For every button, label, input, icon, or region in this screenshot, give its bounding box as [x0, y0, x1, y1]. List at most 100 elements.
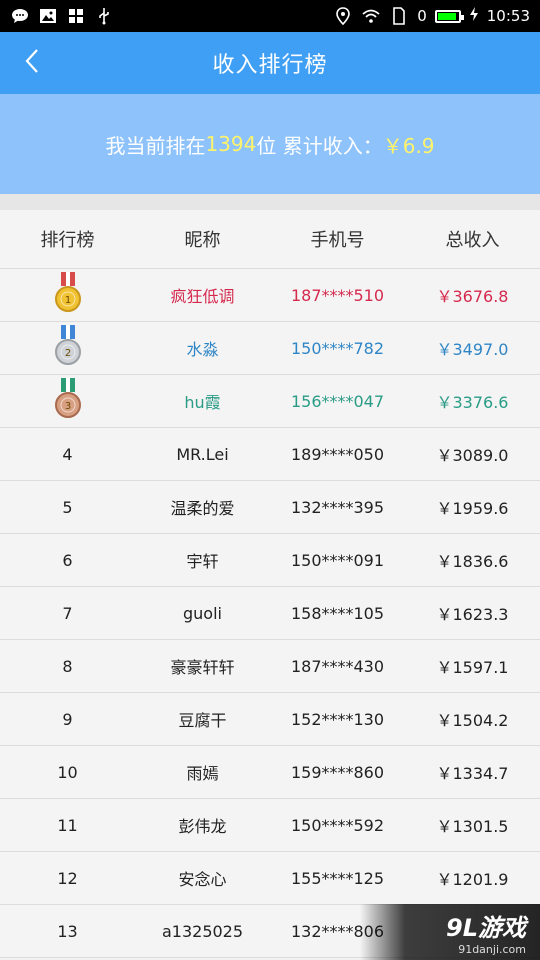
- section-divider: [0, 194, 540, 210]
- table-row: 3 hu霞 156****047 ￥3376.6: [0, 375, 540, 428]
- medal-rank: 2: [64, 348, 70, 359]
- table-row: 9 豆腐干 152****130 ￥1504.2: [0, 693, 540, 746]
- nickname-cell: 豆腐干: [178, 711, 227, 730]
- nickname-cell: a1325025: [161, 921, 244, 941]
- phone-cell: 152****130: [290, 709, 385, 729]
- rank-cell: 3: [0, 377, 135, 425]
- phone-cell: 150****592: [290, 815, 385, 835]
- table-row: 12 安念心 155****125 ￥1201.9: [0, 852, 540, 905]
- watermark-logo: 9L游戏: [446, 914, 526, 942]
- nickname-cell: 雨嫣: [186, 764, 219, 783]
- rank-cell: 4: [62, 444, 73, 464]
- summary-middle: 位 累计收入：: [256, 133, 383, 158]
- income-cell: ￥1836.6: [436, 552, 509, 571]
- phone-cell: 150****782: [290, 338, 385, 358]
- nickname-cell: 疯狂低调: [170, 287, 235, 306]
- grid-icon: [66, 6, 86, 26]
- phone-cell: 189****050: [290, 444, 385, 464]
- table-body: 1 疯狂低调 187****510 ￥3676.8 2 水淼 150****782 ￥3497…: [0, 269, 540, 958]
- table-header: 排行榜 昵称 手机号 总收入: [0, 210, 540, 269]
- income-cell: ￥1301.5: [436, 817, 509, 836]
- rank-cell: 6: [62, 550, 73, 570]
- income-cell: ￥3676.8: [436, 287, 509, 306]
- charging-icon: [469, 6, 479, 26]
- phone-cell: 156****047: [290, 391, 385, 411]
- medal-rank: 3: [64, 401, 70, 412]
- rank-cell: 11: [57, 815, 78, 835]
- status-left-icons: [10, 6, 114, 26]
- status-right-icons: 0 10:53: [333, 6, 530, 26]
- signal-text: 0: [417, 7, 427, 25]
- rank-cell: 8: [62, 656, 73, 676]
- watermark-domain: 91danji.com: [458, 943, 526, 956]
- top-nav-bar: 收入排行榜: [0, 32, 540, 94]
- income-cell: ￥1597.1: [436, 658, 509, 677]
- status-bar: 0 10:53: [0, 0, 540, 32]
- rank-cell: 2: [0, 324, 135, 372]
- battery-level: [437, 12, 456, 20]
- summary-prefix: 我当前排在: [105, 133, 206, 158]
- total-income: ￥6.9: [382, 133, 435, 158]
- nickname-cell: MR.Lei: [176, 444, 229, 464]
- phone-cell: 187****430: [290, 656, 385, 676]
- income-cell: ￥3376.6: [436, 393, 509, 412]
- watermark: 9L游戏 91danji.com: [360, 904, 540, 960]
- rank-cell: 13: [57, 921, 78, 941]
- table-row: 10 雨嫣 159****860 ￥1334.7: [0, 746, 540, 799]
- table-row: 1 疯狂低调 187****510 ￥3676.8: [0, 269, 540, 322]
- gold-medal-icon: 1: [52, 271, 84, 315]
- battery-icon: [434, 9, 464, 23]
- chevron-left-icon: [24, 48, 40, 78]
- usb-icon: [94, 6, 114, 26]
- phone-cell: 155****125: [290, 868, 385, 888]
- ranking-table: 排行榜 昵称 手机号 总收入 1 疯狂低调 187****510 ￥3676.8 2 水淼…: [0, 210, 540, 958]
- header-rank: 排行榜: [40, 230, 95, 251]
- silver-medal-icon: 2: [52, 324, 84, 368]
- rank-summary: 我当前排在 1394 位 累计收入： ￥6.9: [0, 94, 540, 194]
- income-cell: ￥3089.0: [436, 446, 509, 465]
- rank-cell: 9: [62, 709, 73, 729]
- nickname-cell: guoli: [183, 603, 222, 623]
- income-cell: ￥1623.3: [436, 605, 509, 624]
- income-cell: ￥1504.2: [436, 711, 509, 730]
- page-title: 收入排行榜: [212, 53, 328, 78]
- nickname-cell: 豪豪轩轩: [170, 658, 235, 677]
- table-row: 6 宇轩 150****091 ￥1836.6: [0, 534, 540, 587]
- image-icon: [38, 6, 58, 26]
- nickname-cell: 水淼: [186, 340, 219, 359]
- wifi-icon: [361, 6, 381, 26]
- nickname-cell: 彭伟龙: [178, 817, 227, 836]
- header-phone: 手机号: [310, 230, 365, 251]
- table-row: 7 guoli 158****105 ￥1623.3: [0, 587, 540, 640]
- phone-cell: 158****105: [290, 603, 385, 623]
- rank-cell: 7: [62, 603, 73, 623]
- table-row: 2 水淼 150****782 ￥3497.0: [0, 322, 540, 375]
- phone-cell: 159****860: [290, 762, 385, 782]
- sim-icon: [389, 6, 409, 26]
- income-cell: ￥1201.9: [436, 870, 509, 889]
- rank-cell: 1: [0, 271, 135, 319]
- phone-cell: 150****091: [290, 550, 385, 570]
- header-nickname: 昵称: [184, 230, 221, 251]
- message-icon: [10, 6, 30, 26]
- medal-rank: 1: [64, 295, 70, 306]
- income-cell: ￥1959.6: [436, 499, 509, 518]
- phone-cell: 132****395: [290, 497, 385, 517]
- table-row: 4 MR.Lei 189****050 ￥3089.0: [0, 428, 540, 481]
- nickname-cell: hu霞: [184, 393, 221, 412]
- header-income: 总收入: [445, 230, 500, 251]
- rank-cell: 10: [57, 762, 78, 782]
- nickname-cell: 宇轩: [186, 552, 219, 571]
- location-icon: [333, 6, 353, 26]
- nickname-cell: 温柔的爱: [170, 499, 235, 518]
- bronze-medal-icon: 3: [52, 377, 84, 421]
- status-time: 10:53: [486, 7, 530, 25]
- phone-cell: 187****510: [290, 285, 385, 305]
- income-cell: ￥3497.0: [436, 340, 509, 359]
- rank-cell: 5: [62, 497, 73, 517]
- back-button[interactable]: [10, 32, 54, 94]
- rank-cell: 12: [57, 868, 78, 888]
- table-row: 5 温柔的爱 132****395 ￥1959.6: [0, 481, 540, 534]
- my-rank: 1394: [205, 132, 257, 156]
- income-cell: ￥1334.7: [436, 764, 509, 783]
